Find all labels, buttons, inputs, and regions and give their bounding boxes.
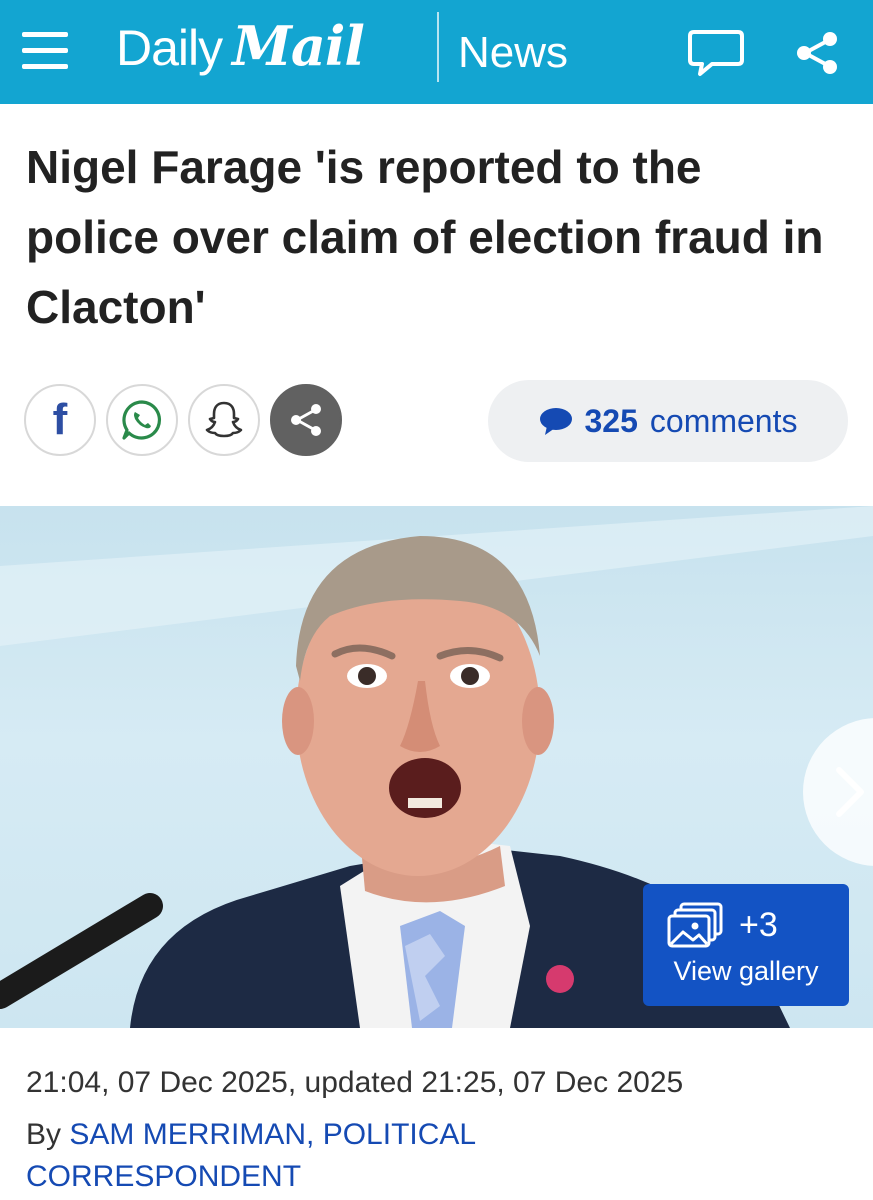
comments-button[interactable]: 325 comments bbox=[488, 380, 848, 462]
comment-bubble-icon bbox=[539, 408, 572, 435]
gallery-icon bbox=[667, 902, 723, 948]
top-navigation-bar: Daily Mail News bbox=[0, 0, 873, 104]
share-icon bbox=[291, 404, 321, 436]
gallery-label: View gallery bbox=[673, 956, 819, 986]
social-share-row: f bbox=[24, 384, 342, 456]
logo-daily-text: Daily bbox=[116, 20, 223, 76]
whatsapp-share-button[interactable] bbox=[106, 384, 178, 456]
menu-icon[interactable] bbox=[22, 30, 68, 72]
comments-icon[interactable] bbox=[688, 28, 744, 78]
share-icon[interactable] bbox=[792, 28, 842, 78]
author-link[interactable]: SAM MERRIMAN, POLITICAL CORRESPONDENT bbox=[26, 1118, 475, 1193]
comments-count: 325 bbox=[584, 402, 638, 439]
snapchat-icon bbox=[205, 401, 243, 438]
snapchat-share-button[interactable] bbox=[188, 384, 260, 456]
view-gallery-button[interactable]: +3 View gallery bbox=[643, 884, 849, 1006]
article-hero-image[interactable]: +3 View gallery bbox=[0, 506, 873, 1028]
section-label[interactable]: News bbox=[458, 28, 568, 78]
facebook-icon: f bbox=[52, 395, 68, 444]
site-logo[interactable]: Daily Mail bbox=[116, 14, 365, 84]
article-timestamp: 21:04, 07 Dec 2025, updated 21:25, 07 De… bbox=[26, 1066, 684, 1099]
more-share-button[interactable] bbox=[270, 384, 342, 456]
logo-mail-text: Mail bbox=[232, 14, 365, 78]
whatsapp-icon bbox=[122, 400, 162, 440]
chevron-right-icon bbox=[836, 767, 864, 817]
article-byline: By SAM MERRIMAN, POLITICAL CORRESPONDENT bbox=[26, 1114, 646, 1198]
comments-label: comments bbox=[649, 402, 798, 439]
logo-divider bbox=[437, 12, 439, 82]
byline-prefix: By bbox=[26, 1118, 62, 1151]
facebook-share-button[interactable]: f bbox=[24, 384, 96, 456]
gallery-count: +3 bbox=[739, 906, 778, 944]
article-headline: Nigel Farage 'is reported to the police … bbox=[26, 141, 824, 333]
